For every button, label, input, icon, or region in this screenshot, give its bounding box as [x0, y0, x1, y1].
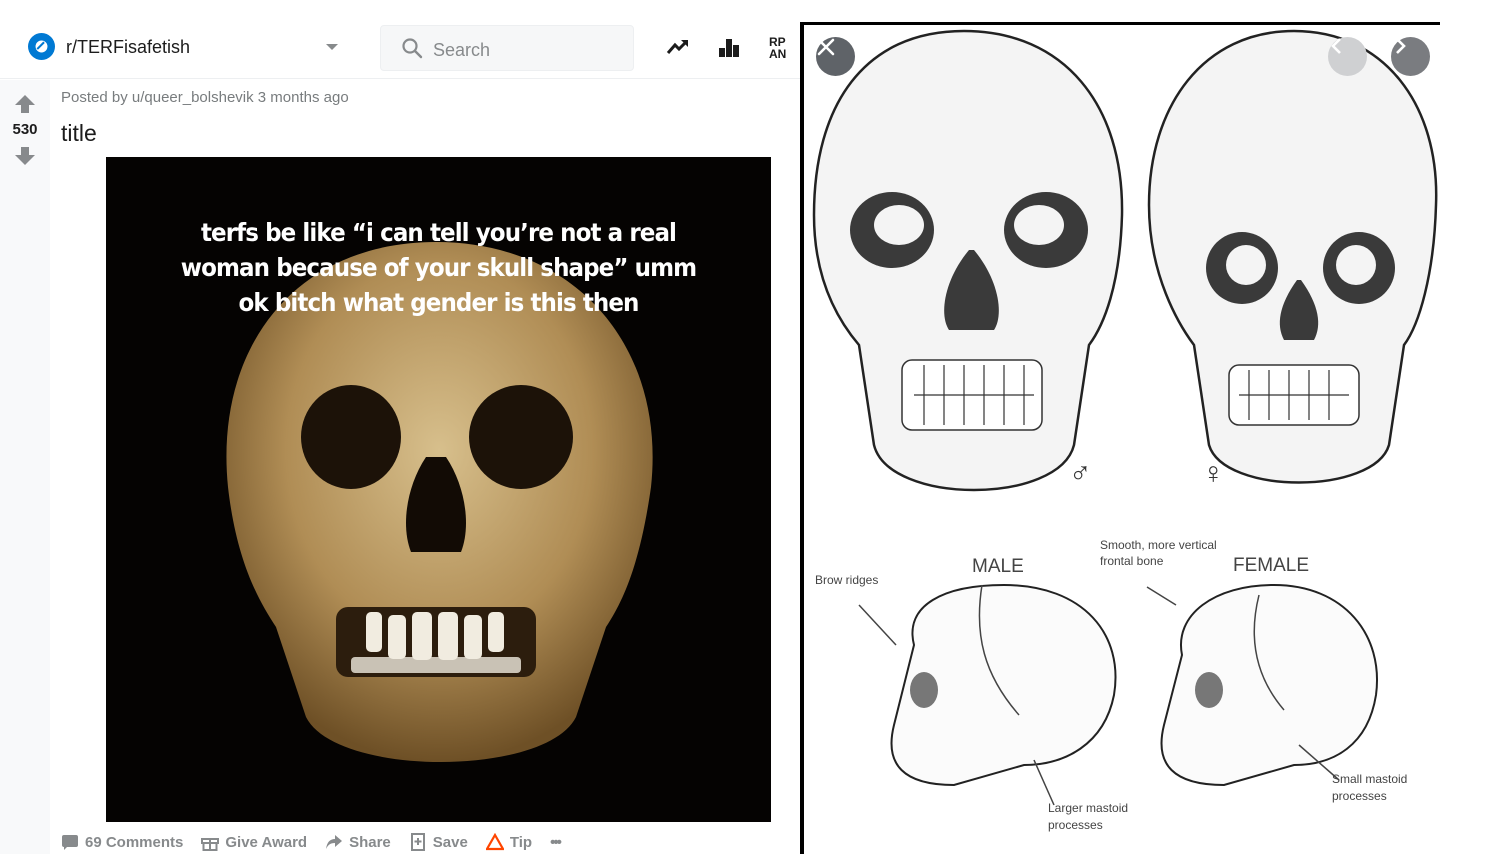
chevron-down-icon[interactable] [322, 38, 342, 56]
share-icon [326, 835, 343, 849]
tip-button[interactable]: Tip [485, 833, 533, 851]
tip-icon [485, 833, 504, 851]
label-frontal-bone-1: Smooth, more vertical [1100, 538, 1217, 552]
skull-diagram [812, 29, 1438, 806]
label-female: FEMALE [1233, 555, 1310, 576]
label-small-mastoid-2: processes [1332, 789, 1387, 803]
trending-icon[interactable] [665, 34, 691, 60]
upvote-icon[interactable] [14, 94, 36, 114]
comments-label: 69 Comments [85, 833, 184, 851]
svg-text:AN: AN [769, 47, 786, 60]
chevron-right-icon [1396, 38, 1406, 54]
top-bar: r/TERFisafetish Search RP AN [0, 0, 800, 79]
close-button[interactable] [816, 37, 855, 76]
more-icon[interactable]: ••• [550, 833, 562, 851]
subreddit-name[interactable]: r/TERFisafetish [66, 37, 190, 58]
female-symbol: ♀ [1202, 457, 1225, 490]
tip-label: Tip [509, 833, 533, 851]
vote-score: 530 [12, 121, 38, 138]
post-image[interactable]: terfs be like “i can tell you’re not a r… [106, 157, 771, 822]
meme-caption: terfs be like “i can tell you’re not a r… [180, 218, 697, 317]
previous-button[interactable] [1328, 37, 1367, 76]
label-larger-mastoid-1: Larger mastoid [1048, 801, 1129, 815]
save-label: Save [432, 833, 468, 851]
reddit-post-panel: r/TERFisafetish Search RP AN 530 Posted b… [0, 0, 800, 854]
downvote-icon[interactable] [14, 146, 36, 166]
close-icon [817, 38, 835, 56]
search-icon [402, 38, 423, 59]
share-button[interactable]: Share [325, 833, 391, 851]
search-box[interactable]: Search [380, 25, 634, 71]
post-actions: 69 Comments Give Award Share Save Tip ••… [61, 830, 562, 854]
label-larger-mastoid-2: processes [1048, 818, 1103, 832]
label-brow-ridges: Brow ridges [815, 573, 879, 587]
comment-icon [62, 835, 78, 850]
post-meta[interactable]: Posted by u/queer_bolshevik 3 months ago [61, 89, 349, 106]
chevron-left-icon [1331, 38, 1341, 54]
gift-icon [201, 838, 220, 851]
subreddit-icon[interactable] [28, 33, 55, 60]
post-title[interactable]: title [61, 120, 97, 147]
label-small-mastoid-1: Small mastoid [1332, 772, 1408, 786]
rpan-icon[interactable]: RPAN [768, 34, 794, 60]
male-symbol: ♂ [1069, 457, 1092, 490]
image-viewer: ♂ ♀ MALE FEMALE Brow ridges Smooth, more… [804, 25, 1440, 849]
give-award-button[interactable]: Give Award [201, 833, 307, 851]
leaderboard-icon[interactable] [716, 34, 742, 60]
save-button[interactable]: Save [409, 833, 468, 851]
search-input[interactable]: Search [433, 40, 490, 61]
more-label: ••• [550, 833, 562, 851]
next-button[interactable] [1391, 37, 1430, 76]
label-male: MALE [972, 556, 1024, 577]
comments-button[interactable]: 69 Comments [61, 833, 183, 851]
give-award-label: Give Award [225, 833, 308, 851]
save-icon [410, 833, 425, 851]
label-frontal-bone-2: frontal bone [1100, 554, 1164, 568]
vote-column [0, 80, 50, 854]
share-label: Share [349, 833, 391, 851]
